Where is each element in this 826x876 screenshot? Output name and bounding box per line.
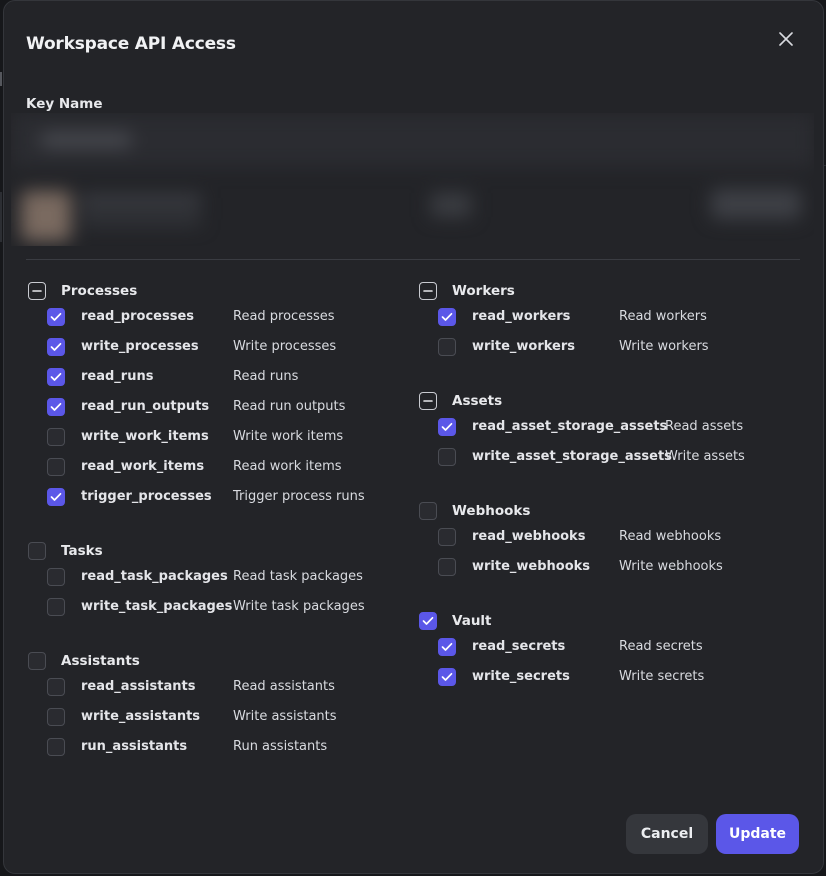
scope-description: Write webhooks [619, 559, 723, 574]
scope-checkbox-read-webhooks[interactable] [438, 528, 456, 546]
group-label-processes: Processes [61, 283, 138, 299]
scope-name-write-asset-storage-assets: write_asset_storage_assets [472, 449, 672, 464]
group-label-assistants: Assistants [61, 653, 140, 669]
scope-checkbox-read-run-outputs[interactable] [47, 398, 65, 416]
scope-name-read-webhooks: read_webhooks [472, 529, 586, 544]
scope-description: Write assistants [233, 709, 337, 724]
scope-name-run-assistants: run_assistants [81, 739, 188, 754]
scope-name-read-run-outputs: read_run_outputs [81, 399, 210, 414]
scope-name-write-assistants: write_assistants [81, 709, 201, 724]
section-divider [26, 259, 800, 260]
scope-name-write-workers: write_workers [472, 339, 576, 354]
scope-name-trigger-processes: trigger_processes [81, 489, 212, 504]
scope-name-read-runs: read_runs [81, 369, 154, 384]
scope-checkbox-trigger-processes[interactable] [47, 488, 65, 506]
group-checkbox-assistants[interactable] [28, 652, 46, 670]
check-icon [50, 372, 62, 381]
check-icon [441, 642, 453, 651]
group-checkbox-tasks[interactable] [28, 542, 46, 560]
scope-name-write-secrets: write_secrets [472, 669, 570, 684]
cancel-button[interactable]: Cancel [626, 814, 708, 854]
scope-description: Read run outputs [233, 399, 346, 414]
group-label-tasks: Tasks [61, 543, 103, 559]
scope-name-read-workers: read_workers [472, 309, 571, 324]
scope-name-read-processes: read_processes [81, 309, 195, 324]
scope-name-write-task-packages: write_task_packages [81, 599, 233, 614]
check-icon [441, 312, 453, 321]
minus-icon [32, 290, 42, 292]
scope-checkbox-write-assistants[interactable] [47, 708, 65, 726]
scope-name-write-processes: write_processes [81, 339, 199, 354]
scope-description: Write workers [619, 339, 709, 354]
check-icon [50, 312, 62, 321]
scope-name-write-webhooks: write_webhooks [472, 559, 591, 574]
scope-description: Write secrets [619, 669, 705, 684]
scope-checkbox-read-work-items[interactable] [47, 458, 65, 476]
scope-description: Read work items [233, 459, 342, 474]
check-icon [50, 342, 62, 351]
scope-description: Trigger process runs [233, 489, 365, 504]
close-icon [779, 32, 793, 46]
minus-icon [423, 400, 433, 402]
scope-description: Read assets [665, 419, 744, 434]
scope-checkbox-write-processes[interactable] [47, 338, 65, 356]
scope-checkbox-read-assistants[interactable] [47, 678, 65, 696]
check-icon [422, 616, 434, 625]
scope-description: Write work items [233, 429, 344, 444]
api-access-modal: Workspace API Access Key Name Cancel Upd… [3, 0, 824, 874]
scope-name-read-asset-storage-assets: read_asset_storage_assets [472, 419, 668, 434]
close-button[interactable] [774, 27, 798, 51]
scope-description: Run assistants [233, 739, 328, 754]
scope-checkbox-read-secrets[interactable] [438, 638, 456, 656]
scope-checkbox-write-secrets[interactable] [438, 668, 456, 686]
group-checkbox-workers[interactable] [419, 282, 437, 300]
group-checkbox-assets[interactable] [419, 392, 437, 410]
check-icon [441, 672, 453, 681]
scope-checkbox-write-task-packages[interactable] [47, 598, 65, 616]
scope-description: Read processes [233, 309, 335, 324]
group-label-vault: Vault [452, 613, 492, 629]
scope-checkbox-write-workers[interactable] [438, 338, 456, 356]
scope-checkbox-read-task-packages[interactable] [47, 568, 65, 586]
scope-description: Write task packages [233, 599, 365, 614]
scope-name-read-secrets: read_secrets [472, 639, 566, 654]
scope-checkbox-write-work-items[interactable] [47, 428, 65, 446]
group-label-assets: Assets [452, 393, 503, 409]
group-label-webhooks: Webhooks [452, 503, 531, 519]
scope-description: Read assistants [233, 679, 335, 694]
scope-checkbox-run-assistants[interactable] [47, 738, 65, 756]
scope-name-read-assistants: read_assistants [81, 679, 196, 694]
scope-checkbox-read-runs[interactable] [47, 368, 65, 386]
scope-checkbox-write-webhooks[interactable] [438, 558, 456, 576]
group-label-workers: Workers [452, 283, 515, 299]
scope-checkbox-read-processes[interactable] [47, 308, 65, 326]
scope-checkbox-read-asset-storage-assets[interactable] [438, 418, 456, 436]
update-button[interactable]: Update [716, 814, 799, 854]
scope-checkbox-write-asset-storage-assets[interactable] [438, 448, 456, 466]
backdrop-line [0, 192, 2, 242]
redacted-key-details [11, 113, 814, 246]
scope-name-read-task-packages: read_task_packages [81, 569, 228, 584]
scope-name-write-work-items: write_work_items [81, 429, 209, 444]
key-name-label: Key Name [26, 96, 103, 112]
scope-description: Read webhooks [619, 529, 722, 544]
minus-icon [423, 290, 433, 292]
check-icon [50, 492, 62, 501]
scope-description: Read runs [233, 369, 299, 384]
group-checkbox-processes[interactable] [28, 282, 46, 300]
group-checkbox-webhooks[interactable] [419, 502, 437, 520]
scope-description: Write assets [665, 449, 745, 464]
backdrop-line [0, 72, 2, 86]
scope-description: Read task packages [233, 569, 363, 584]
scope-name-read-work-items: read_work_items [81, 459, 205, 474]
scope-description: Read workers [619, 309, 707, 324]
check-icon [441, 422, 453, 431]
check-icon [50, 402, 62, 411]
group-checkbox-vault[interactable] [419, 612, 437, 630]
scope-checkbox-read-workers[interactable] [438, 308, 456, 326]
scope-description: Write processes [233, 339, 337, 354]
modal-title: Workspace API Access [26, 34, 236, 54]
scope-description: Read secrets [619, 639, 703, 654]
